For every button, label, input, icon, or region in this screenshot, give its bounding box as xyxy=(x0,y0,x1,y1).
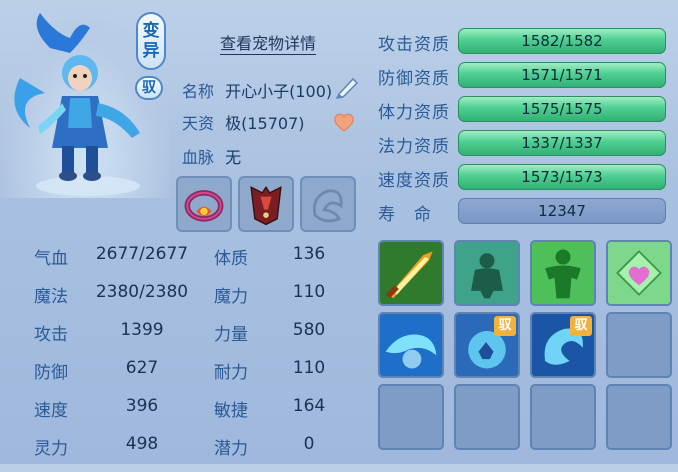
muscle-figure-skill-icon xyxy=(532,242,594,304)
stat-label: 防御 xyxy=(34,363,68,383)
stat-row-speed: 速度 396 敏捷 164 xyxy=(34,396,344,434)
stats-table: 气血 2677/2677 体质 136 魔法 2380/2380 魔力 110 … xyxy=(34,244,344,472)
stat-row-spirit: 灵力 498 潜力 0 xyxy=(34,434,344,472)
pet-name-label: 名称 xyxy=(182,82,215,101)
attribute-label: 潜力 xyxy=(214,439,248,459)
empty-slot-emblem-icon xyxy=(312,189,343,223)
skill-slot-water-wave[interactable] xyxy=(378,312,444,378)
equipment-slot-1[interactable] xyxy=(176,176,232,232)
attribute-label: 力量 xyxy=(214,325,248,345)
skill-slot-empty[interactable] xyxy=(606,384,672,450)
transform-badge-char-2: 异 xyxy=(142,41,160,61)
aptitude-bar: 1337/1337 xyxy=(458,130,666,156)
view-pet-details-link[interactable]: 查看宠物详情 xyxy=(220,30,316,54)
aptitude-bar: 1571/1571 xyxy=(458,62,666,88)
stat-value: 498 xyxy=(125,434,159,454)
ghost-figure-skill-icon xyxy=(456,242,518,304)
stat-label: 攻击 xyxy=(34,325,68,345)
pet-aptitude-row: 天资 极(15707) xyxy=(182,110,305,134)
attribute-label: 体质 xyxy=(214,249,248,269)
heart-icon[interactable] xyxy=(333,112,355,132)
aptitude-label: 法力资质 xyxy=(378,137,450,157)
attribute-label: 耐力 xyxy=(214,363,248,383)
aptitude-row-defense: 防御资质 1571/1571 xyxy=(378,62,670,90)
skill-slot-tamed-orb[interactable]: 驭 xyxy=(454,312,520,378)
pet-bloodline-value: 无 xyxy=(225,148,242,167)
skill-slot-heart[interactable] xyxy=(606,240,672,306)
stat-row-attack: 攻击 1399 力量 580 xyxy=(34,320,344,358)
stat-value: 627 xyxy=(125,358,159,378)
pet-aptitude-label: 天资 xyxy=(182,114,215,133)
aptitude-row-magic: 法力资质 1337/1337 xyxy=(378,130,670,158)
attribute-value: 0 xyxy=(303,434,315,454)
equipment-slot-2[interactable] xyxy=(238,176,294,232)
lifespan-bar: 12347 xyxy=(458,198,666,224)
skill-slot-empty[interactable] xyxy=(454,384,520,450)
tame-badge: 驭 xyxy=(135,76,163,100)
pet-aptitude-value: 极(15707) xyxy=(225,114,305,133)
pet-bloodline-row: 血脉 无 xyxy=(182,144,241,168)
aptitude-row-attack: 攻击资质 1582/1582 xyxy=(378,28,670,56)
equipment-slot-3-empty[interactable] xyxy=(300,176,356,232)
attribute-value: 580 xyxy=(292,320,326,340)
aptitude-bar: 1575/1575 xyxy=(458,96,666,122)
aptitude-bar: 1582/1582 xyxy=(458,28,666,54)
aptitude-label: 攻击资质 xyxy=(378,35,450,55)
stat-label: 魔法 xyxy=(34,287,68,307)
attribute-value: 110 xyxy=(292,358,326,378)
skill-slot-strong-body[interactable] xyxy=(530,240,596,306)
collar-equipment-icon xyxy=(184,190,224,222)
skill-slot-empty[interactable] xyxy=(606,312,672,378)
aptitude-label: 体力资质 xyxy=(378,103,450,123)
pet-bloodline-label: 血脉 xyxy=(182,148,215,167)
aptitude-label: 速度资质 xyxy=(378,171,450,191)
skill-slot-empty[interactable] xyxy=(530,384,596,450)
tame-tag: 驭 xyxy=(570,316,592,336)
stat-label: 气血 xyxy=(34,249,68,269)
heart-gem-skill-icon xyxy=(608,242,670,304)
stat-row-hp: 气血 2677/2677 体质 136 xyxy=(34,244,344,282)
aptitude-label: 防御资质 xyxy=(378,69,450,89)
aptitude-bar: 1573/1573 xyxy=(458,164,666,190)
transform-badge-char-1: 变 xyxy=(142,21,160,41)
stat-row-defense: 防御 627 耐力 110 xyxy=(34,358,344,396)
stat-value: 2677/2677 xyxy=(95,244,189,264)
water-wave-skill-icon xyxy=(380,314,442,376)
stat-label: 速度 xyxy=(34,401,68,421)
attribute-label: 魔力 xyxy=(214,287,248,307)
attribute-value: 110 xyxy=(292,282,326,302)
stat-value: 2380/2380 xyxy=(95,282,189,302)
attribute-label: 敏捷 xyxy=(214,401,248,421)
stat-label: 灵力 xyxy=(34,439,68,459)
skill-slot-empty[interactable] xyxy=(378,384,444,450)
aptitude-row-speed: 速度资质 1573/1573 xyxy=(378,164,670,192)
skill-slot-tamed-swirl[interactable]: 驭 xyxy=(530,312,596,378)
aptitude-row-stamina: 体力资质 1575/1575 xyxy=(378,96,670,124)
pet-name-row: 名称 开心小子(100) xyxy=(182,78,332,102)
lifespan-label: 寿 命 xyxy=(378,205,432,225)
stat-row-mp: 魔法 2380/2380 魔力 110 xyxy=(34,282,344,320)
stat-value: 396 xyxy=(125,396,159,416)
stat-value: 1399 xyxy=(120,320,164,340)
skill-slot-spirit-body[interactable] xyxy=(454,240,520,306)
rename-pencil-icon[interactable] xyxy=(333,74,361,100)
pet-name-value: 开心小子(100) xyxy=(225,82,333,101)
flaming-sword-skill-icon xyxy=(380,242,442,304)
transform-badge: 变 异 xyxy=(136,12,166,70)
armor-equipment-icon xyxy=(250,186,282,226)
attribute-value: 136 xyxy=(292,244,326,264)
aptitude-row-lifespan: 寿 命 12347 xyxy=(378,198,670,226)
skill-slot-sword[interactable] xyxy=(378,240,444,306)
attribute-value: 164 xyxy=(292,396,326,416)
tame-tag: 驭 xyxy=(494,316,516,336)
